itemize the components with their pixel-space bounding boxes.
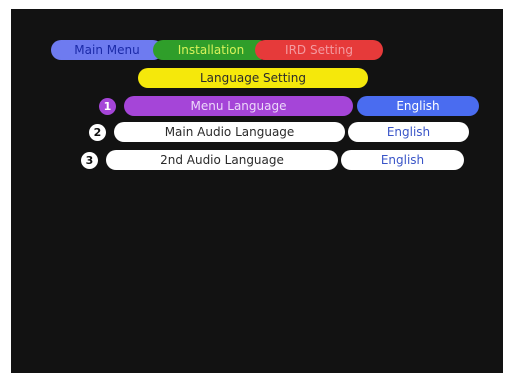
section-title: Language Setting — [138, 68, 368, 88]
tv-screen: Main Menu Installation IRD Setting Langu… — [11, 9, 503, 373]
menu-language-label[interactable]: Menu Language — [124, 96, 353, 116]
row-number-1: 1 — [99, 98, 116, 115]
main-audio-language-label[interactable]: Main Audio Language — [114, 122, 345, 142]
row-number-3: 3 — [81, 152, 98, 169]
2nd-audio-language-value[interactable]: English — [341, 150, 464, 170]
row-number-2: 2 — [89, 124, 106, 141]
2nd-audio-language-label[interactable]: 2nd Audio Language — [106, 150, 338, 170]
breadcrumb-main-menu[interactable]: Main Menu — [51, 40, 163, 60]
breadcrumb-ird-setting[interactable]: IRD Setting — [255, 40, 383, 60]
menu-language-value[interactable]: English — [357, 96, 479, 116]
breadcrumb-installation[interactable]: Installation — [153, 40, 269, 60]
main-audio-language-value[interactable]: English — [348, 122, 469, 142]
